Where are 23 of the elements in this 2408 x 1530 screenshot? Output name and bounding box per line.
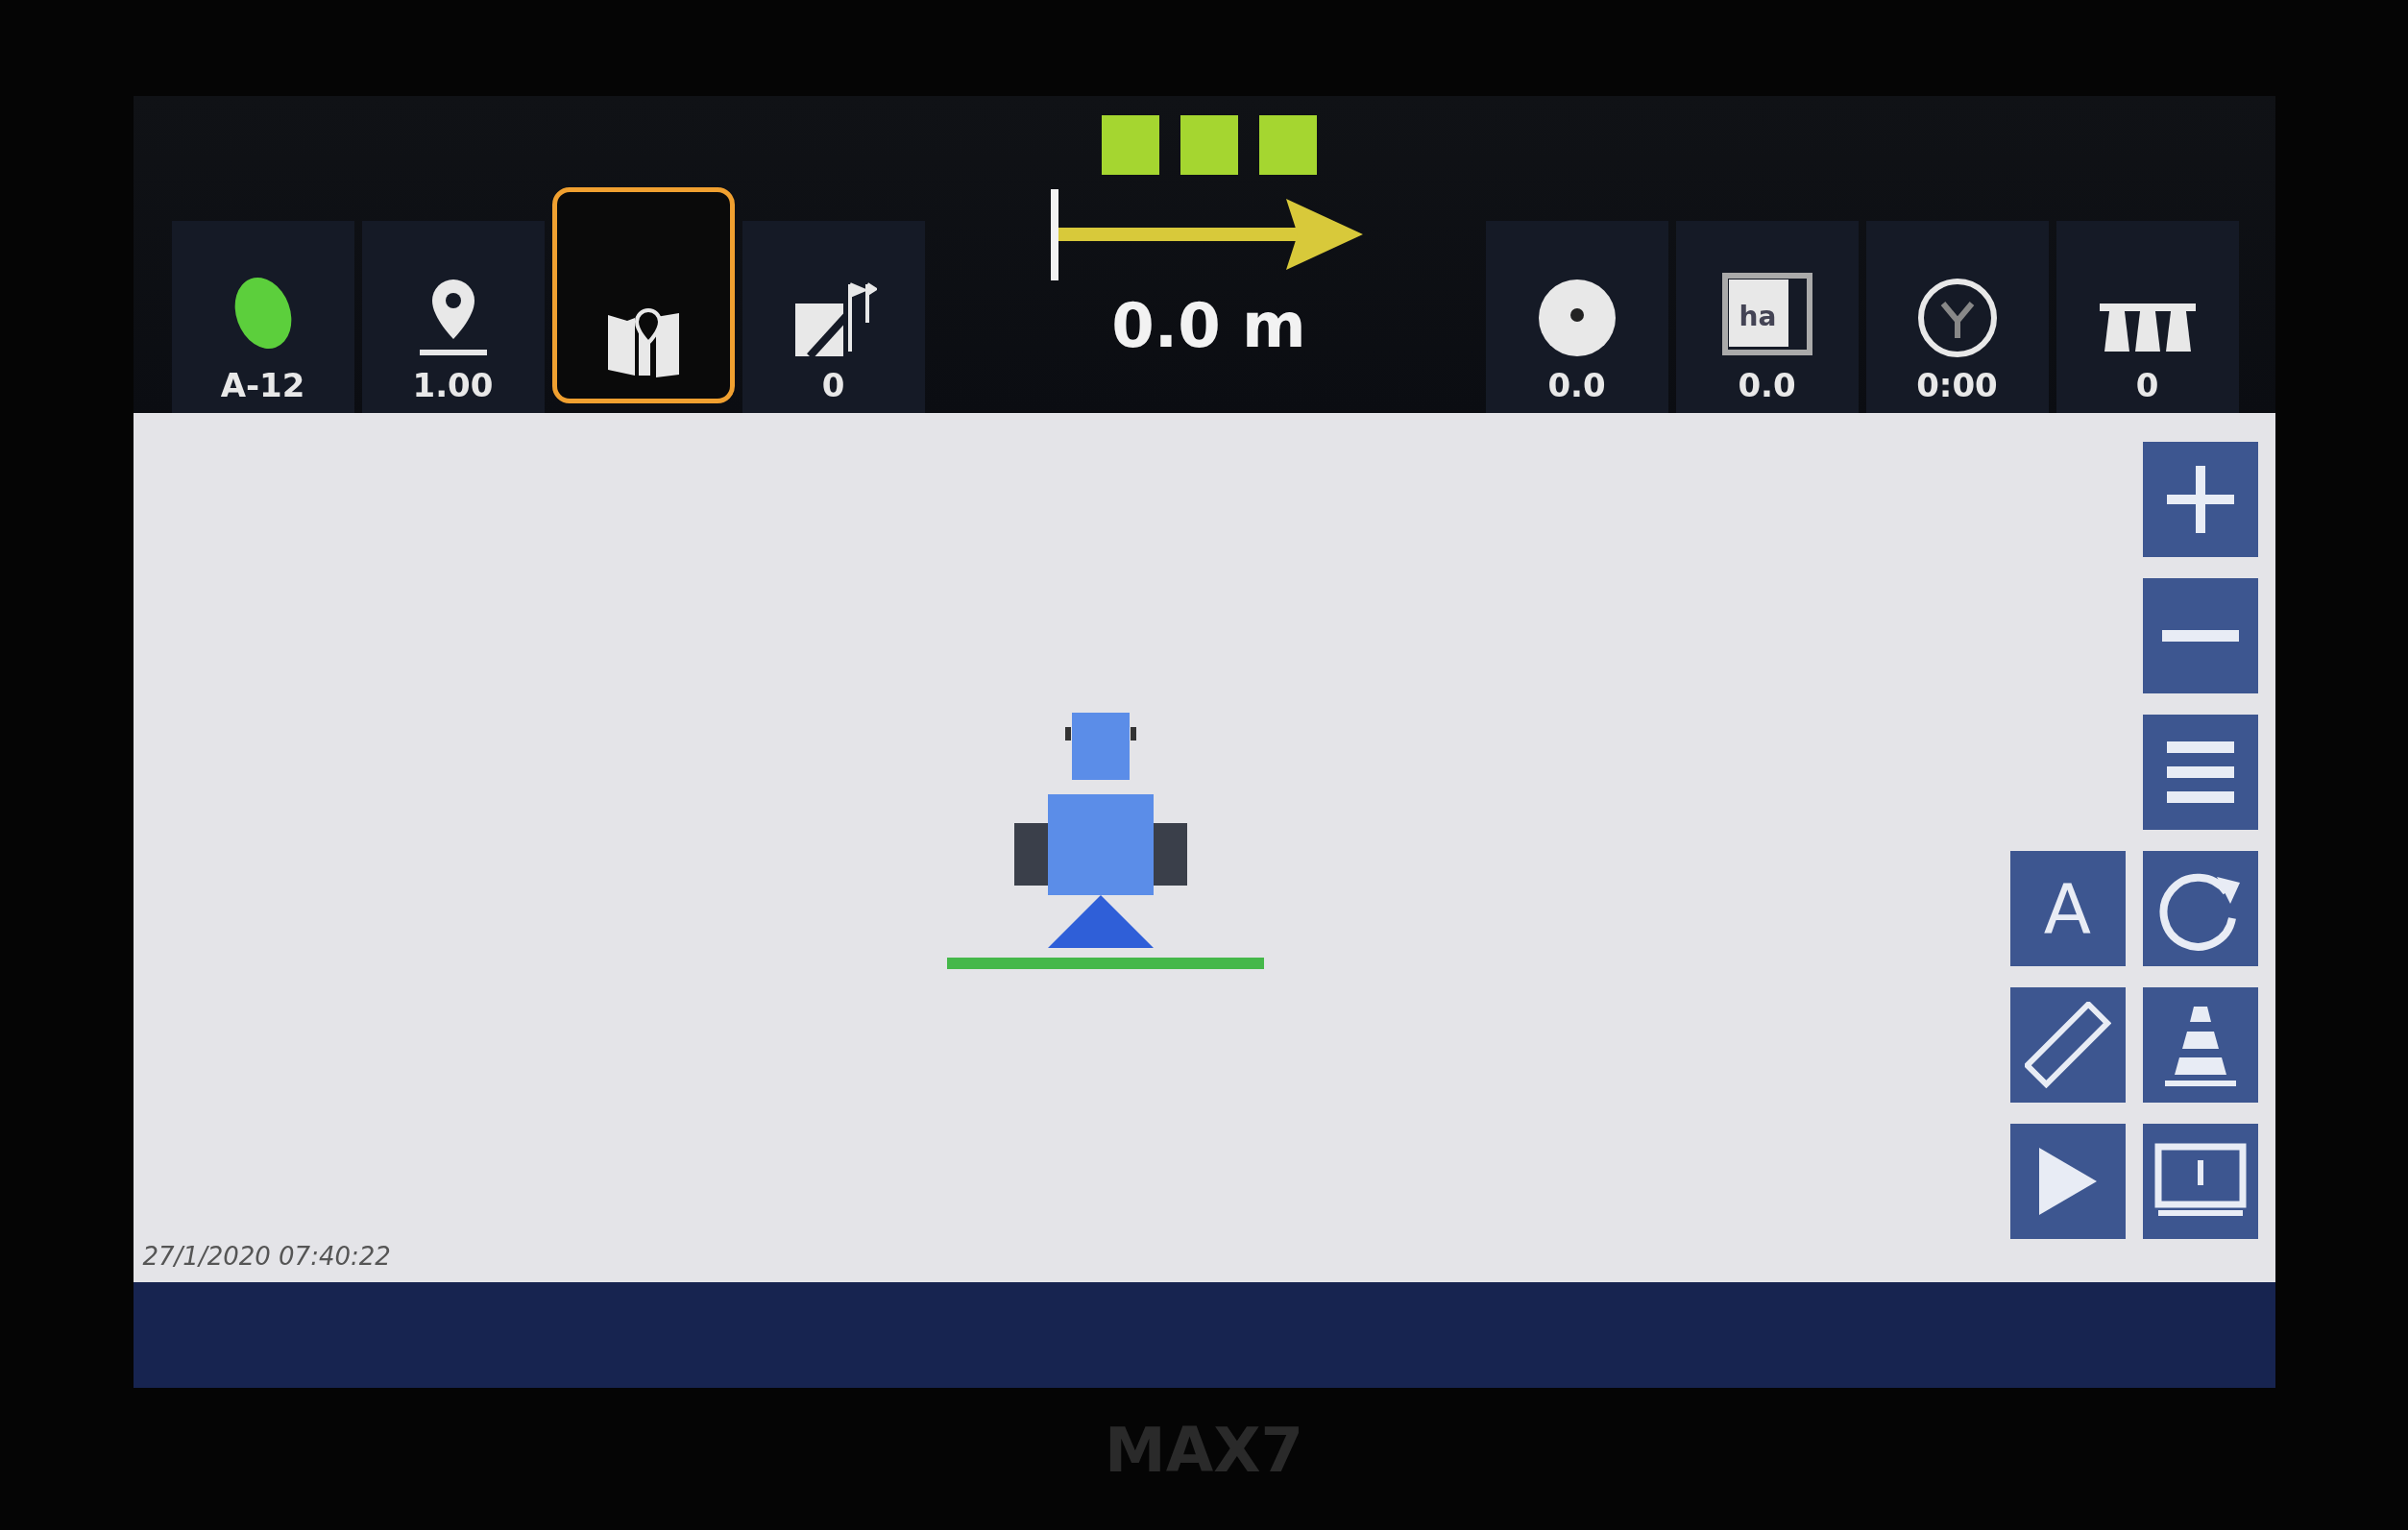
menu-icon [2166,741,2234,803]
play-icon [2038,1148,2097,1215]
status-item[interactable] [551,187,735,403]
status-item[interactable]: 0 [742,221,925,413]
zoom-out-button[interactable] [2142,578,2258,693]
offline-distance: 0.0 m [1111,290,1306,361]
status-item[interactable]: 0 [2055,221,2239,413]
rotate-button[interactable] [2142,851,2258,966]
zoom-out-icon [2161,630,2239,642]
status-item[interactable]: 0:00 [1865,221,2049,413]
cone-button[interactable] [2142,987,2258,1103]
timestamp: 27/1/2020 07:40:22 [142,1242,392,1271]
zoom-in-button[interactable] [2142,442,2258,557]
monitor-button[interactable] [2142,1124,2258,1239]
play-button[interactable] [2009,1124,2126,1239]
ruler-icon [2024,1002,2111,1088]
ruler-button[interactable] [2009,987,2126,1103]
status-item[interactable]: ha 0.0 [1675,221,1859,413]
menu-button[interactable] [2142,715,2258,830]
auto-button[interactable]: A [2009,851,2126,966]
status-item[interactable]: A-12 [171,221,354,413]
status-item[interactable]: 0.0 [1485,221,1668,413]
status-item[interactable]: 1.00 [361,221,545,413]
